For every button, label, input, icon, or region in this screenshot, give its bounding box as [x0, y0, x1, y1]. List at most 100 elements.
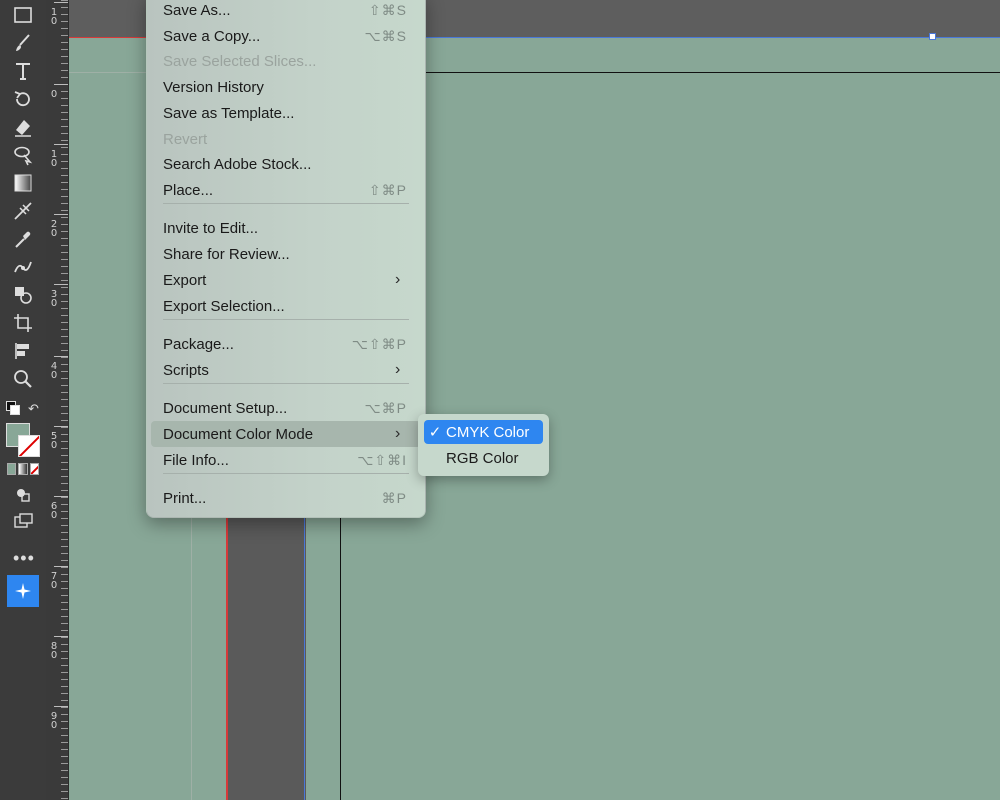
ruler-tick [61, 294, 68, 295]
default-fill-stroke-icon[interactable] [6, 401, 20, 415]
menu-item-label: Package... [163, 335, 234, 353]
rectangle-tool-icon[interactable] [9, 3, 37, 27]
menu-item-file-info[interactable]: File Info... ⌥⇧⌘I [151, 447, 421, 473]
menu-item-label: Place... [163, 181, 214, 199]
menu-item-save-selected-slices: Save Selected Slices... [151, 48, 421, 74]
ruler-major-tick [54, 144, 68, 145]
ruler-tick [61, 315, 68, 316]
ruler-tick [61, 679, 68, 680]
submenu-item-rgb-color[interactable]: RGB Color [424, 446, 543, 470]
ruler-tick [61, 623, 68, 624]
lasso-tool-icon[interactable] [9, 143, 37, 167]
ruler-tick [61, 798, 68, 799]
ruler-tick [61, 224, 68, 225]
width-tool-icon[interactable] [9, 199, 37, 223]
ruler-tick [61, 539, 68, 540]
menu-item-save-as-template[interactable]: Save as Template... [151, 100, 421, 126]
ruler-tick [61, 546, 68, 547]
ruler-tick [61, 630, 68, 631]
menu-item-invite-to-edit[interactable]: Invite to Edit... [151, 215, 421, 241]
color-mode-icons[interactable] [7, 463, 39, 475]
ruler-tick [61, 714, 68, 715]
menu-item-shortcut: ⌘P [381, 489, 407, 506]
menu-item-search-adobe-stock[interactable]: Search Adobe Stock... [151, 151, 421, 177]
menu-item-document-color-mode[interactable]: Document Color Mode › [151, 421, 421, 447]
ruler-major-tick [54, 636, 68, 637]
menu-separator [163, 473, 409, 474]
menu-item-print[interactable]: Print... ⌘P [151, 485, 421, 511]
ruler-major-tick [54, 496, 68, 497]
ruler-tick [61, 14, 68, 15]
ruler-tick [61, 735, 68, 736]
ruler-tick [61, 581, 68, 582]
ruler-tick [61, 483, 68, 484]
ruler-tick [61, 371, 68, 372]
menu-item-label: Document Color Mode [163, 425, 314, 443]
menu-item-save-a-copy[interactable]: Save a Copy... ⌥⌘S [151, 23, 421, 49]
menu-item-version-history[interactable]: Version History [151, 74, 421, 100]
menu-item-document-setup[interactable]: Document Setup... ⌥⌘P [151, 395, 421, 421]
puppet-warp-tool-icon[interactable] [9, 255, 37, 279]
ruler-tick [61, 693, 68, 694]
ruler-tick [61, 126, 68, 127]
shape-builder-tool-icon[interactable] [9, 283, 37, 307]
ruler-tick [61, 791, 68, 792]
menu-item-share-for-review[interactable]: Share for Review... [151, 241, 421, 267]
dark-column [226, 516, 306, 800]
vertical-ruler[interactable]: 10 0 10 20 30 40 50 60 70 80 90 [46, 0, 69, 800]
ruler-tick [61, 763, 68, 764]
ruler-tick [61, 756, 68, 757]
ruler-tick [61, 602, 68, 603]
menu-item-export[interactable]: Export › [151, 267, 421, 293]
ruler-tick [61, 469, 68, 470]
ruler-tick [61, 147, 68, 148]
document-color-mode-submenu: ✓ CMYK Color RGB Color [418, 414, 549, 476]
ruler-tick [61, 686, 68, 687]
ruler-tick [61, 287, 68, 288]
submenu-item-cmyk-color[interactable]: ✓ CMYK Color [424, 420, 543, 444]
draw-mode-icon[interactable] [9, 483, 37, 507]
paintbrush-tool-icon[interactable] [9, 31, 37, 55]
ruler-tick [61, 588, 68, 589]
ruler-tick [61, 245, 68, 246]
screen-mode-icon[interactable] [9, 509, 37, 533]
artboard-tool-icon[interactable] [9, 311, 37, 335]
black-frame-left [340, 516, 341, 800]
gradient-tool-icon[interactable] [9, 171, 37, 195]
ruler-tick [61, 637, 68, 638]
ruler-tick [61, 217, 68, 218]
ruler-tick [61, 21, 68, 22]
zoom-tool-icon[interactable] [9, 367, 37, 391]
menu-item-place[interactable]: Place... ⇧⌘P [151, 177, 421, 203]
type-tool-icon[interactable] [9, 59, 37, 83]
ruler-tick [61, 140, 68, 141]
ruler-tick [61, 182, 68, 183]
menu-item-shortcut: ⌥⌘S [364, 27, 407, 44]
artboard-handle[interactable] [929, 33, 936, 40]
ruler-tick [61, 49, 68, 50]
eyedropper-tool-icon[interactable] [9, 227, 37, 251]
submenu-item-label: CMYK Color [446, 423, 530, 441]
menu-item-package[interactable]: Package... ⌥⇧⌘P [151, 331, 421, 357]
menu-item-save-as[interactable]: Save As... ⇧⌘S [151, 0, 421, 23]
menu-item-shortcut: ⌥⌘P [364, 399, 407, 416]
menu-separator [163, 383, 409, 384]
swap-fill-stroke-icon[interactable]: ↶ [28, 401, 39, 417]
stroke-swatch-none[interactable] [18, 435, 40, 457]
ruler-tick [61, 420, 68, 421]
ruler-tick [61, 455, 68, 456]
generative-ai-icon[interactable] [7, 575, 39, 607]
menu-item-scripts[interactable]: Scripts › [151, 357, 421, 383]
ruler-tick [61, 399, 68, 400]
menu-item-label: Share for Review... [163, 245, 290, 263]
more-tools-icon[interactable]: ••• [13, 548, 35, 569]
ruler-tick [61, 70, 68, 71]
ruler-label: 80 [50, 641, 58, 661]
ruler-tick [61, 651, 68, 652]
rotate-tool-icon[interactable] [9, 87, 37, 111]
menu-item-export-selection[interactable]: Export Selection... [151, 293, 421, 319]
ruler-label: 30 [50, 289, 58, 309]
eraser-tool-icon[interactable] [9, 115, 37, 139]
ruler-tick [61, 252, 68, 253]
graph-tool-icon[interactable] [9, 339, 37, 363]
